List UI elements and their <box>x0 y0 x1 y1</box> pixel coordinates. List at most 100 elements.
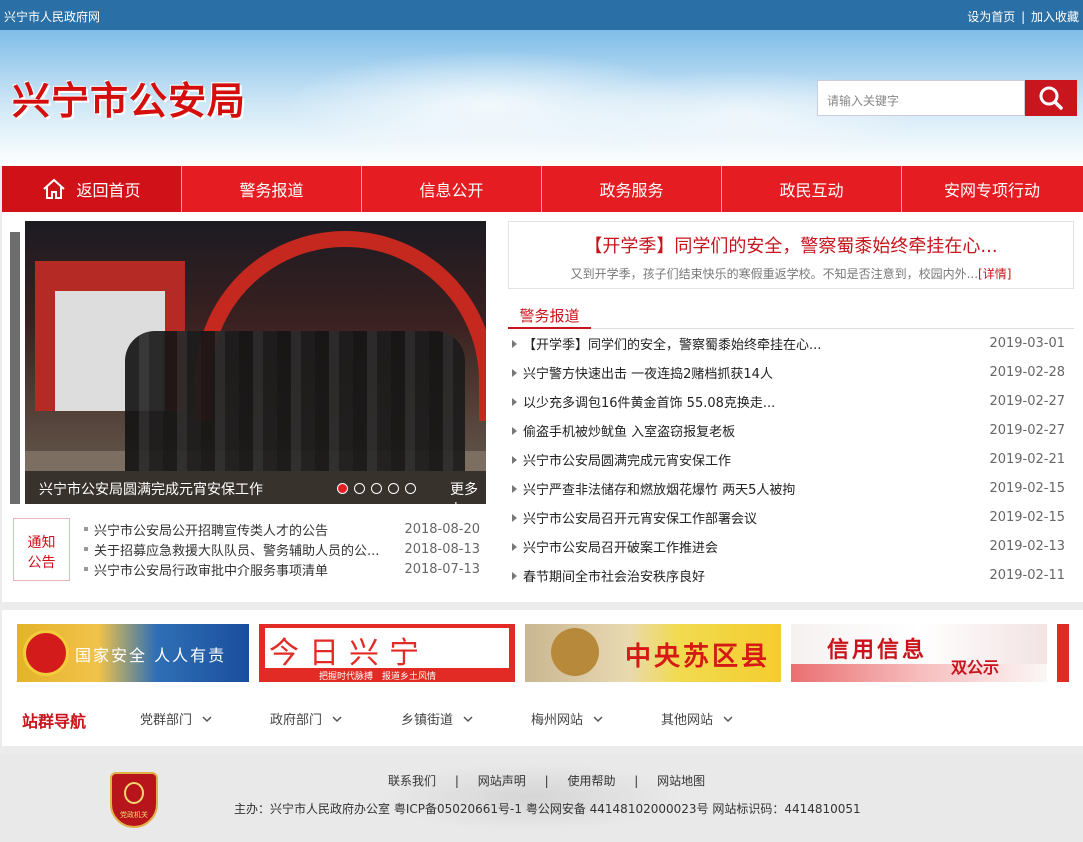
site-group-party[interactable]: 党群部门 <box>140 709 212 728</box>
news-date: 2019-02-21 <box>989 452 1065 467</box>
main-nav: 返回首页 警务报道 信息公开 政务服务 政民互动 安网专项行动 <box>2 166 1083 212</box>
chevron-down-icon <box>202 715 212 722</box>
list-item[interactable]: 兴宁市公安局公开招聘宣传类人才的公告 2018-08-20 <box>80 519 480 539</box>
slide-caption[interactable]: 兴宁市公安局圆满完成元宵安保工作 <box>39 479 263 499</box>
top-links: 设为首页 | 加入收藏 <box>965 8 1079 25</box>
slide-dot[interactable] <box>354 483 365 494</box>
nav-item-label: 安网专项行动 <box>943 181 1040 200</box>
nav-item-label: 政务服务 <box>599 181 664 200</box>
police-emblem-icon <box>23 630 69 676</box>
footer-links: 联系我们 | 网站声明 | 使用帮助 | 网站地图 <box>388 772 705 789</box>
headline-detail-link[interactable]: [详情] <box>978 267 1011 281</box>
list-item[interactable]: 以少充多调包16件黄金首饰 55.08克换走... 2019-02-27 <box>508 387 1074 416</box>
banner-text: 信用信息 <box>827 637 928 663</box>
news-list: 【开学季】同学们的安全，警察蜀黍始终牵挂在心... 2019-03-01 兴宁警方… <box>508 329 1074 590</box>
nav-item-gov-services[interactable]: 政务服务 <box>542 166 722 212</box>
site-group-label: 政府部门 <box>270 713 323 728</box>
news-title[interactable]: 【开学季】同学们的安全，警察蜀黍始终牵挂在心... <box>508 334 821 353</box>
list-item[interactable]: 兴宁严查非法储存和燃放烟花爆竹 两天5人被拘 2019-02-15 <box>508 474 1074 503</box>
home-icon <box>43 178 66 199</box>
header-banner: 兴宁市公安局 请输入关键字 <box>0 30 1083 166</box>
news-title[interactable]: 兴宁警方快速出击 一夜连捣2赌档抓获14人 <box>508 363 773 382</box>
site-group-other[interactable]: 其他网站 <box>661 709 733 728</box>
notice-title[interactable]: 兴宁市公安局公开招聘宣传类人才的公告 <box>80 520 328 539</box>
slide-dot[interactable] <box>388 483 399 494</box>
slide-dot[interactable] <box>371 483 382 494</box>
news-title[interactable]: 春节期间全市社会治安秩序良好 <box>508 566 705 585</box>
site-group-label: 其他网站 <box>661 713 714 728</box>
list-item[interactable]: 兴宁警方快速出击 一夜连捣2赌档抓获14人 2019-02-28 <box>508 358 1074 387</box>
headline-title[interactable]: 【开学季】同学们的安全，警察蜀黍始终牵挂在心... <box>509 232 1073 258</box>
news-title[interactable]: 兴宁市公安局召开元宵安保工作部署会议 <box>508 508 757 527</box>
notice-label[interactable]: 通知 公告 <box>13 518 70 581</box>
list-item[interactable]: 【开学季】同学们的安全，警察蜀黍始终牵挂在心... 2019-03-01 <box>508 329 1074 358</box>
news-date: 2019-02-27 <box>989 423 1065 438</box>
news-title[interactable]: 偷盗手机被炒鱿鱼 入室盗窃报复老板 <box>508 421 735 440</box>
slider-prev-edge[interactable] <box>10 232 20 504</box>
banner-next-partial[interactable] <box>1057 624 1069 682</box>
footer-info: 主办：兴宁市人民政府办公室 粤ICP备05020661号-1 粤公网安备 441… <box>234 802 861 816</box>
star-emblem-icon <box>551 628 599 676</box>
site-group-label: 乡镇街道 <box>401 713 454 728</box>
footer-link-statement[interactable]: 网站声明 <box>478 774 526 788</box>
site-group-government[interactable]: 政府部门 <box>270 709 342 728</box>
site-group-label: 党群部门 <box>140 713 193 728</box>
site-logo[interactable]: 兴宁市公安局 <box>12 70 246 125</box>
notice-title[interactable]: 兴宁市公安局行政审批中介服务事项清单 <box>80 560 328 579</box>
photo-slider[interactable]: 兴宁市公安局圆满完成元宵安保工作 更多+ <box>25 221 486 504</box>
list-item[interactable]: 关于招募应急救援大队队员、警务辅助人员的公... 2018-08-13 <box>80 539 480 559</box>
footer-link-sitemap[interactable]: 网站地图 <box>657 774 705 788</box>
list-item[interactable]: 兴宁市公安局召开元宵安保工作部署会议 2019-02-15 <box>508 503 1074 532</box>
footer-separator: | <box>634 774 639 788</box>
banner-central-soviet[interactable]: 中央苏区县 <box>525 624 781 682</box>
headline-summary-text: 又到开学季，孩子们结束快乐的寒假重返学校。不知是否注意到，校园内外... <box>570 267 979 281</box>
slide-dots <box>337 483 416 494</box>
tab-police-news[interactable]: 警务报道 <box>508 300 591 329</box>
news-date: 2019-02-11 <box>989 568 1065 583</box>
nav-item-police-news[interactable]: 警务报道 <box>182 166 362 212</box>
news-title[interactable]: 以少充多调包16件黄金首饰 55.08克换走... <box>508 392 775 411</box>
set-home-link[interactable]: 设为首页 <box>967 10 1015 24</box>
search-input[interactable]: 请输入关键字 <box>817 80 1025 116</box>
list-item[interactable]: 偷盗手机被炒鱿鱼 入室盗窃报复老板 2019-02-27 <box>508 416 1074 445</box>
notice-list: 兴宁市公安局公开招聘宣传类人才的公告 2018-08-20 关于招募应急救援大队… <box>80 519 480 579</box>
list-item[interactable]: 春节期间全市社会治安秩序良好 2019-02-11 <box>508 561 1074 590</box>
slide-dot[interactable] <box>405 483 416 494</box>
notice-title[interactable]: 关于招募应急救援大队队员、警务辅助人员的公... <box>80 540 379 559</box>
nav-item-interaction[interactable]: 政民互动 <box>722 166 902 212</box>
footer-link-help[interactable]: 使用帮助 <box>567 774 615 788</box>
banner-subtext: 把握时代脉搏 报道乡土风情 <box>319 672 437 682</box>
site-group-meizhou[interactable]: 梅州网站 <box>531 709 603 728</box>
banner-national-security[interactable]: 国家安全 人人有责 <box>17 624 249 682</box>
party-government-badge[interactable]: 党政机关 <box>110 772 158 828</box>
banner-credit-info[interactable]: 信用信息 双公示 <box>791 624 1047 682</box>
banner-today-xingning[interactable]: 今日兴宁 把握时代脉搏 报道乡土风情 <box>259 624 515 682</box>
government-site-link[interactable]: 兴宁市人民政府网 <box>4 8 100 25</box>
footer-separator: | <box>454 774 459 788</box>
news-title[interactable]: 兴宁严查非法储存和燃放烟花爆竹 两天5人被拘 <box>508 479 795 498</box>
slide-dot[interactable] <box>337 483 348 494</box>
search-box: 请输入关键字 <box>817 80 1077 116</box>
add-favorite-link[interactable]: 加入收藏 <box>1031 10 1079 24</box>
list-item[interactable]: 兴宁市公安局行政审批中介服务事项清单 2018-07-13 <box>80 559 480 579</box>
site-group-towns[interactable]: 乡镇街道 <box>401 709 473 728</box>
badge-text: 党政机关 <box>120 811 148 819</box>
list-item[interactable]: 兴宁市公安局召开破案工作推进会 2019-02-13 <box>508 532 1074 561</box>
footer <box>0 754 1083 842</box>
search-icon <box>1039 86 1063 110</box>
chevron-down-icon <box>593 715 603 722</box>
slide-more-link[interactable]: 更多+ <box>450 479 486 504</box>
notice-label-line: 公告 <box>27 555 56 571</box>
nav-item-info-disclosure[interactable]: 信息公开 <box>362 166 542 212</box>
nav-item-home[interactable]: 返回首页 <box>2 166 182 212</box>
list-item[interactable]: 兴宁市公安局圆满完成元宵安保工作 2019-02-21 <box>508 445 1074 474</box>
nav-item-special-action[interactable]: 安网专项行动 <box>902 166 1082 212</box>
footer-link-contact[interactable]: 联系我们 <box>388 774 436 788</box>
banner-swirl-decoration <box>791 664 1047 682</box>
headline-box: 【开学季】同学们的安全，警察蜀黍始终牵挂在心... 又到开学季，孩子们结束快乐的… <box>508 221 1074 289</box>
banner-text: 双公示 <box>951 658 1000 677</box>
news-title[interactable]: 兴宁市公安局召开破案工作推进会 <box>508 537 718 556</box>
search-button[interactable] <box>1025 80 1077 116</box>
news-date: 2019-02-15 <box>989 510 1065 525</box>
news-title[interactable]: 兴宁市公安局圆满完成元宵安保工作 <box>508 450 731 469</box>
